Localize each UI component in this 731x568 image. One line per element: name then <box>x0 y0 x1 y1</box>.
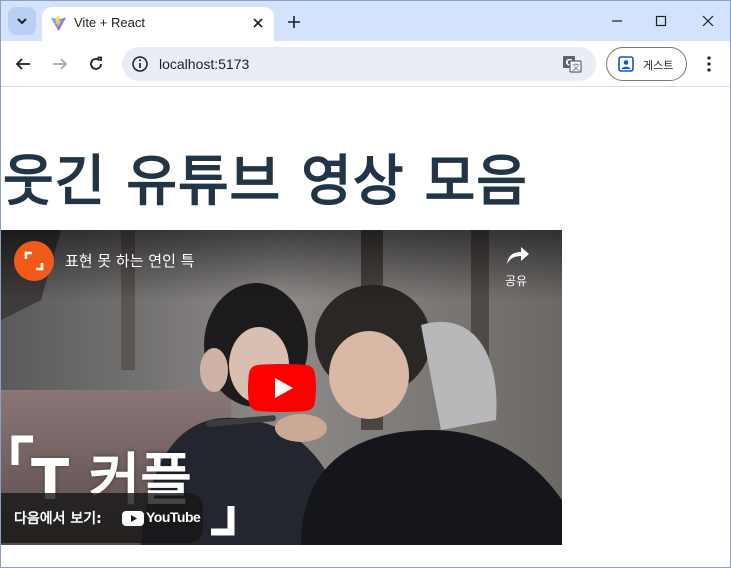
browser-menu-button[interactable] <box>698 52 720 76</box>
person-icon <box>618 56 634 72</box>
reload-button[interactable] <box>84 52 108 76</box>
tab-title: Vite + React <box>74 15 145 30</box>
tab-close-button[interactable] <box>248 13 268 33</box>
translate-icon[interactable]: G文 <box>562 55 582 73</box>
forward-button[interactable] <box>48 52 72 76</box>
address-bar[interactable]: localhost:5173 G文 <box>122 47 596 81</box>
arrow-right-icon <box>53 58 68 70</box>
profile-guest-button[interactable]: 게스트 <box>606 47 687 81</box>
maximize-button[interactable] <box>649 9 673 33</box>
minimize-button[interactable] <box>605 9 629 33</box>
chevron-down-icon <box>17 18 27 25</box>
info-icon[interactable] <box>131 55 149 73</box>
share-button[interactable]: 공유 <box>499 242 533 290</box>
arrow-left-icon <box>15 58 30 70</box>
close-icon <box>253 18 263 28</box>
youtube-logo-text: YouTube <box>146 509 201 525</box>
watch-on-youtube-button[interactable]: 다음에서 보기: YouTube <box>1 493 203 543</box>
plus-icon <box>288 16 300 28</box>
bracket-open-icon <box>11 435 33 465</box>
youtube-embed[interactable]: 표현 못 하는 연인 특 공유 T 커플 다음에서 보기: YouTube <box>1 230 562 545</box>
reload-icon <box>90 56 102 70</box>
watch-on-label: 다음에서 보기: <box>14 511 102 527</box>
play-button[interactable] <box>248 364 316 412</box>
close-icon <box>702 15 714 27</box>
tab-strip: Vite + React <box>1 1 730 41</box>
channel-avatar[interactable] <box>14 241 54 281</box>
new-tab-button[interactable] <box>283 11 305 33</box>
svg-text:文: 文 <box>572 62 580 72</box>
close-window-button[interactable] <box>696 9 720 33</box>
youtube-logo-icon <box>122 511 144 526</box>
channel-logo-icon <box>24 251 44 271</box>
browser-window: Vite + React localhost:5173 G 文 게스트 웃긴 유… <box>0 0 731 568</box>
url-text: localhost:5173 <box>159 56 250 72</box>
back-button[interactable] <box>11 52 35 76</box>
youtube-logo: YouTube <box>122 508 201 528</box>
page-content: 웃긴 유튜브 영상 모음 표현 못 하는 연인 특 공유 T 커플 다음에서 보… <box>1 88 730 567</box>
page-heading: 웃긴 유튜브 영상 모음 <box>3 149 528 213</box>
browser-toolbar: localhost:5173 G文 게스트 <box>1 41 730 87</box>
tab-search-button[interactable] <box>8 7 36 35</box>
share-arrow-icon <box>507 247 529 264</box>
profile-label: 게스트 <box>643 59 674 72</box>
kebab-menu-icon <box>707 56 711 72</box>
bracket-close-icon <box>211 506 235 536</box>
video-title[interactable]: 표현 못 하는 연인 특 <box>65 250 194 271</box>
maximize-icon <box>655 15 667 27</box>
vite-logo-icon <box>50 15 67 32</box>
share-label: 공유 <box>504 274 528 288</box>
minimize-icon <box>612 20 622 22</box>
browser-tab-active[interactable]: Vite + React <box>42 7 274 41</box>
